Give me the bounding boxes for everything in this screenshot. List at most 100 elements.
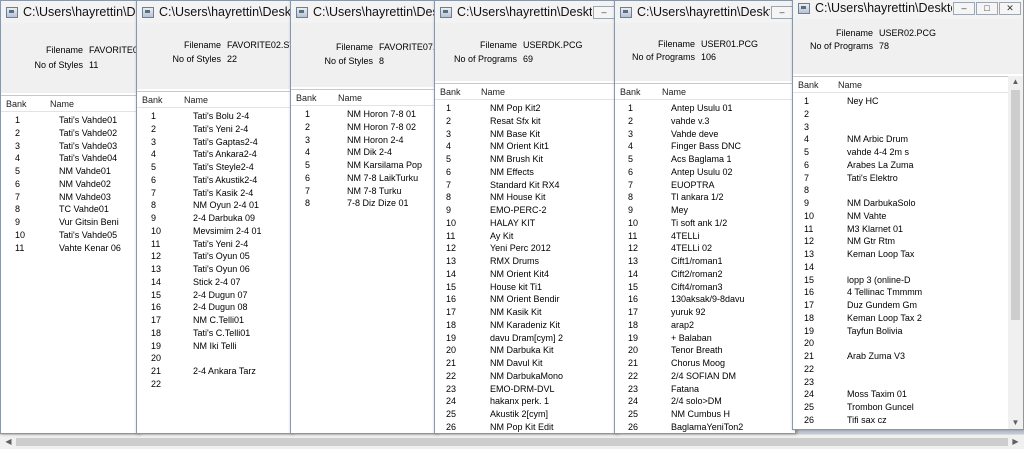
column-header-bank[interactable]: Bank: [142, 95, 163, 105]
list-row[interactable]: 9 Vur Gitsin Beni: [1, 216, 139, 229]
list-row[interactable]: 13 RMX Drums: [435, 255, 617, 268]
list-row[interactable]: 12 4TELLi 02: [615, 242, 795, 255]
list-row[interactable]: 12 NM Gtr Rtm: [793, 235, 1008, 248]
list-row[interactable]: 2 vahde v.3: [615, 115, 795, 128]
list-row[interactable]: 12 Tati's Oyun 05: [137, 250, 292, 263]
list-row[interactable]: 26 BaglamaYeniTon2: [615, 421, 795, 433]
list-row[interactable]: 11 M3 Klarnet 01: [793, 223, 1008, 236]
list-row[interactable]: 16 NM Orient Bendir: [435, 293, 617, 306]
column-header-bank[interactable]: Bank: [620, 87, 641, 97]
list-row[interactable]: 25 NM Cumbus H: [615, 408, 795, 421]
window-titlebar[interactable]: C:\Users\hayrettin\Deskt: [1, 1, 139, 24]
list-row[interactable]: 14 NM Orient Kit4: [435, 268, 617, 281]
list-row[interactable]: 4 NM Orient Kit1: [435, 140, 617, 153]
list-row[interactable]: 10 Tati's Vahde05: [1, 229, 139, 242]
list-row[interactable]: 6 NM Effects: [435, 166, 617, 179]
list-row[interactable]: 8: [793, 184, 1008, 197]
list-row[interactable]: 9 EMO-PERC-2: [435, 204, 617, 217]
list-row[interactable]: 1 Antep Usulu 01: [615, 102, 795, 115]
list-row[interactable]: 12 Yeni Perc 2012: [435, 242, 617, 255]
list-row[interactable]: 3 Vahde deve: [615, 128, 795, 141]
list-row[interactable]: 8 TC Vahde01: [1, 203, 139, 216]
list-row[interactable]: 24 Moss Taxim 01: [793, 388, 1008, 401]
list-row[interactable]: 23 Fatana: [615, 383, 795, 396]
bank-list[interactable]: Bank Name 1 Tati's Vahde01 2 Tati's Vahde02 3 T…: [1, 95, 139, 433]
list-row[interactable]: 16 2-4 Dugun 08: [137, 301, 292, 314]
list-row[interactable]: 19 Tayfun Bolivia: [793, 325, 1008, 338]
list-row[interactable]: 21 Chorus Moog: [615, 357, 795, 370]
column-header-bank[interactable]: Bank: [296, 93, 317, 103]
column-header-name[interactable]: Name: [184, 95, 208, 105]
horizontal-scrollbar[interactable]: ◀ ▶: [0, 434, 1024, 449]
bank-list[interactable]: Bank Name 1 NM Pop Kit2 2 Resat Sfx kit 3 NM Ba…: [435, 83, 617, 433]
file-window-4[interactable]: C:\Users\hayrettin\Desktc – Filename USERDK…: [434, 0, 618, 434]
list-row[interactable]: 3 Tati's Gaptas2-4: [137, 136, 292, 149]
list-row[interactable]: 25 Trombon Guncel: [793, 401, 1008, 414]
list-row[interactable]: 19 + Balaban: [615, 332, 795, 345]
list-row[interactable]: 11 Ay Kit: [435, 230, 617, 243]
list-row[interactable]: 1 NM Pop Kit2: [435, 102, 617, 115]
horizontal-scroll-thumb[interactable]: [16, 438, 1008, 446]
list-row[interactable]: 6 Tati's Akustik2-4: [137, 174, 292, 187]
list-row[interactable]: 21 NM Davul Kit: [435, 357, 617, 370]
list-row[interactable]: 6 NM 7-8 LaikTurku: [291, 172, 437, 185]
list-row[interactable]: 9 Mey: [615, 204, 795, 217]
list-row[interactable]: 15 lopp 3 (online-D: [793, 274, 1008, 287]
list-row[interactable]: 6 NM Vahde02: [1, 178, 139, 191]
list-row[interactable]: 18 Tati's C.Telli01: [137, 327, 292, 340]
column-header-name[interactable]: Name: [338, 93, 362, 103]
list-row[interactable]: 3 NM Horon 2-4: [291, 134, 437, 147]
list-row[interactable]: 3 Tati's Vahde03: [1, 140, 139, 153]
list-row[interactable]: 22: [137, 378, 292, 391]
list-row[interactable]: 1 Tati's Bolu 2-4: [137, 110, 292, 123]
list-row[interactable]: 4 NM Dik 2-4: [291, 146, 437, 159]
list-row[interactable]: 7 EUOPTRA: [615, 179, 795, 192]
list-row[interactable]: 5 NM Karsilama Pop: [291, 159, 437, 172]
list-row[interactable]: 18 arap2: [615, 319, 795, 332]
list-row[interactable]: 1 NM Horon 7-8 01: [291, 108, 437, 121]
window-titlebar[interactable]: C:\Users\hayrettin\Deskt: [137, 1, 292, 24]
list-row[interactable]: 13 Tati's Oyun 06: [137, 263, 292, 276]
bank-list[interactable]: Bank Name 1 Ney HC 2 3 4 NM Arbic Drum 5 vahde 4-…: [793, 76, 1008, 429]
list-row[interactable]: 20: [793, 337, 1008, 350]
list-row[interactable]: 15 2-4 Dugun 07: [137, 289, 292, 302]
bank-list[interactable]: Bank Name 1 Antep Usulu 01 2 vahde v.3 3 Vahde …: [615, 83, 795, 433]
list-row[interactable]: 7 NM Vahde03: [1, 191, 139, 204]
list-row[interactable]: 7 NM 7-8 Turku: [291, 185, 437, 198]
list-row[interactable]: 11 Tati's Yeni 2-4: [137, 238, 292, 251]
file-window-2[interactable]: C:\Users\hayrettin\Deskt Filename FAVORITE…: [136, 0, 293, 434]
list-row[interactable]: 17 yuruk 92: [615, 306, 795, 319]
column-header-bank[interactable]: Bank: [798, 80, 819, 90]
list-row[interactable]: 3: [793, 121, 1008, 134]
bank-list[interactable]: Bank Name 1 NM Horon 7-8 01 2 NM Horon 7-8 02…: [291, 89, 437, 433]
window-titlebar[interactable]: C:\Users\hayrettin\Deskt –: [615, 1, 795, 24]
list-row[interactable]: 5 Acs Baglama 1: [615, 153, 795, 166]
list-row[interactable]: 9 2-4 Darbuka 09: [137, 212, 292, 225]
vertical-scrollbar[interactable]: ▲ ▼: [1008, 76, 1023, 429]
list-row[interactable]: 17 Duz Gundem Gm: [793, 299, 1008, 312]
list-row[interactable]: 24 2/4 solo>DM: [615, 395, 795, 408]
column-header-bank[interactable]: Bank: [6, 99, 27, 109]
file-window-3[interactable]: C:\Users\hayrettin\Deskt Filename FAVORITE…: [290, 0, 438, 434]
list-row[interactable]: 16 4 Tellinac Tmmmm: [793, 286, 1008, 299]
scroll-up-icon[interactable]: ▲: [1008, 76, 1023, 88]
list-row[interactable]: 9 NM DarbukaSolo: [793, 197, 1008, 210]
list-row[interactable]: 10 HALAY KIT: [435, 217, 617, 230]
list-row[interactable]: 15 Cift4/roman3: [615, 281, 795, 294]
list-row[interactable]: 26 Tifi sax cz: [793, 414, 1008, 427]
list-row[interactable]: 8 NM Oyun 2-4 01: [137, 199, 292, 212]
list-row[interactable]: 18 Keman Loop Tax 2: [793, 312, 1008, 325]
vertical-scroll-thumb[interactable]: [1011, 90, 1020, 320]
list-row[interactable]: 6 Arabes La Zuma: [793, 159, 1008, 172]
list-row[interactable]: 4 Tati's Vahde04: [1, 152, 139, 165]
list-row[interactable]: 3 NM Base Kit: [435, 128, 617, 141]
list-row[interactable]: 26 NM Pop Kit Edit: [435, 421, 617, 433]
list-row[interactable]: 21 Arab Zuma V3: [793, 350, 1008, 363]
list-row[interactable]: 15 House kit Ti1: [435, 281, 617, 294]
list-row[interactable]: 19 NM Iki Telli: [137, 340, 292, 353]
list-row[interactable]: 2 Tati's Yeni 2-4: [137, 123, 292, 136]
window-titlebar[interactable]: C:\Users\hayrettin\Deskto – □ ✕: [793, 0, 1023, 20]
list-row[interactable]: 2 NM Horon 7-8 02: [291, 121, 437, 134]
list-row[interactable]: 10 Ti soft ank 1/2: [615, 217, 795, 230]
list-row[interactable]: 17 NM Kasik Kit: [435, 306, 617, 319]
